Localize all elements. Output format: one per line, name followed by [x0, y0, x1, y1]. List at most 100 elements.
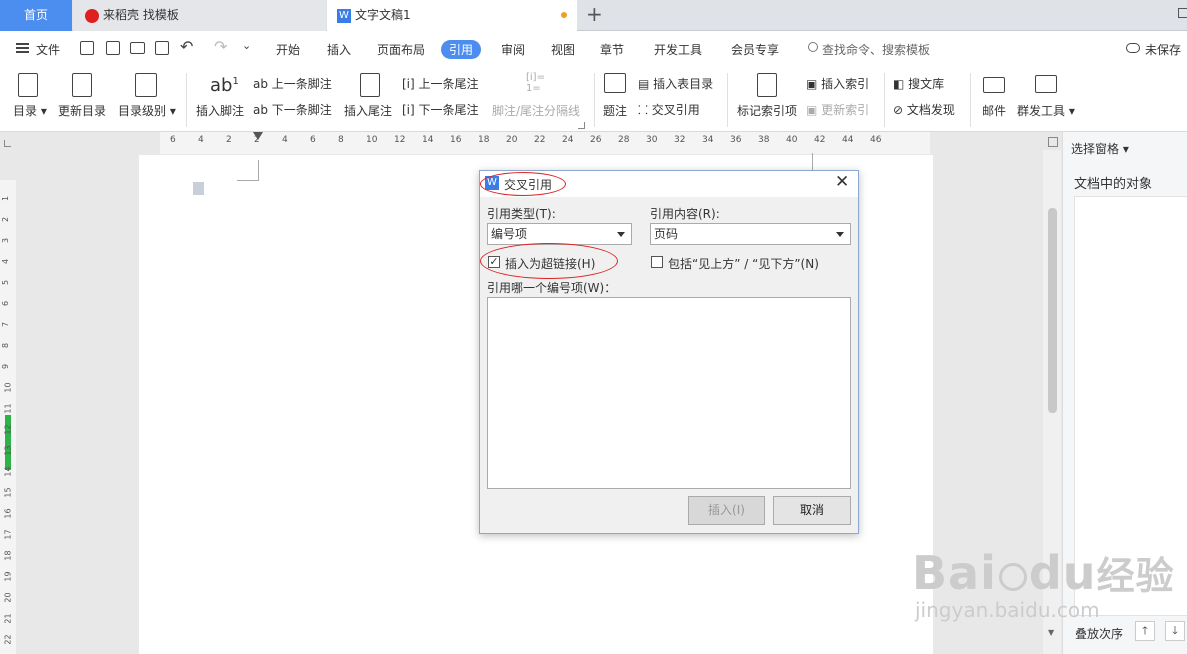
ruler-current-line-icon [5, 415, 11, 470]
page-down-icon[interactable]: ▼ [1048, 628, 1054, 637]
caption-button[interactable]: 题注 [603, 102, 627, 119]
close-icon[interactable]: ✕ [835, 172, 849, 192]
scrollbar-top-button[interactable] [1048, 137, 1058, 147]
compass-icon: ⊘ [893, 103, 907, 117]
menu-home[interactable]: 开始 [276, 41, 300, 58]
ruler-tick-label: 10 [3, 382, 13, 393]
ruler-tick-label: 36 [730, 135, 742, 145]
mark-index-button[interactable]: 标记索引项 [737, 102, 797, 119]
move-down-button[interactable]: 🡓 [1165, 621, 1185, 641]
which-item-listbox[interactable] [487, 297, 851, 489]
update-toc-button[interactable]: 更新目录 [58, 102, 106, 119]
indent-marker-icon[interactable] [253, 132, 263, 154]
mark-index-icon [757, 73, 777, 97]
above-below-label[interactable]: 包括“见上方” / “见下方”(N) [668, 255, 819, 272]
menu-hamburger-icon[interactable] [16, 43, 29, 53]
next-footnote-button[interactable]: ab 下一条脚注 [253, 101, 332, 118]
toc-button[interactable]: 目录 ▾ [13, 102, 47, 119]
divider [186, 73, 187, 127]
menu-developer[interactable]: 开发工具 [654, 41, 702, 58]
scrollbar-thumb[interactable] [1048, 208, 1057, 413]
mass-mail-icon [1035, 75, 1057, 93]
divider [594, 73, 595, 127]
toc-level-icon [135, 73, 157, 97]
window-restore-icon[interactable] [1178, 8, 1187, 18]
dialog-launcher-icon[interactable] [578, 122, 585, 129]
ruler-tick-label: 14 [422, 135, 434, 145]
ribbon-toolbar: 目录 ▾ 更新目录 目录级别 ▾ ab1 插入脚注 ab 上一条脚注 ab 下一… [0, 67, 1187, 132]
next-endnote-button[interactable]: [i] 下一条尾注 [402, 101, 479, 118]
save-icon[interactable] [80, 41, 94, 55]
annotation-ellipse [480, 243, 618, 279]
footnote-separator-button[interactable]: 脚注/尾注分隔线 [492, 102, 580, 119]
menu-review[interactable]: 审阅 [501, 41, 525, 58]
mass-mail-button[interactable]: 群发工具 ▾ [1017, 102, 1075, 119]
above-below-checkbox[interactable] [651, 256, 663, 268]
print-preview-icon[interactable] [155, 41, 169, 55]
paragraph-options-icon[interactable] [193, 182, 204, 195]
move-up-button[interactable]: 🡑 [1135, 621, 1155, 641]
search-library-button[interactable]: ◧ 搜文库 [893, 75, 944, 92]
ruler-tick-label: 3 [1, 237, 11, 244]
customize-dropdown-icon[interactable]: ⌄ [242, 39, 251, 52]
ruler-tick-label: 18 [3, 550, 13, 561]
menu-insert[interactable]: 插入 [327, 41, 351, 58]
update-index-button[interactable]: ▣ 更新索引 [806, 101, 869, 118]
divider [970, 73, 971, 127]
horizontal-ruler[interactable]: 6 4 2 2 4 6 8 10 12 14 16 18 20 22 24 26 28 30 32 34 36 38 40 4… [160, 132, 930, 154]
ref-content-select[interactable]: 页码 [650, 223, 851, 245]
cross-reference-icon: ⸬ [638, 103, 652, 117]
ruler-tick-label: 22 [534, 135, 546, 145]
dialog-titlebar[interactable]: W 交叉引用 ✕ [480, 171, 858, 197]
insert-figure-toc-button[interactable]: ▤ 插入表目录 [638, 75, 713, 92]
ruler-tick-label: 18 [478, 135, 490, 145]
new-tab-button[interactable]: + [586, 2, 603, 26]
menu-view[interactable]: 视图 [551, 41, 575, 58]
menu-section[interactable]: 章节 [600, 41, 624, 58]
ruler-tick-label: 12 [3, 424, 13, 435]
ruler-tick-label: 13 [3, 445, 13, 456]
print-icon[interactable] [130, 42, 145, 54]
insert-button[interactable]: 插入(I) [688, 496, 765, 525]
ruler-tick-label: 21 [3, 613, 13, 624]
menu-references[interactable]: 引用 [441, 40, 482, 59]
which-item-label: 引用哪一个编号项(W)： [487, 281, 617, 295]
insert-footnote-button[interactable]: 插入脚注 [196, 102, 244, 119]
toc-level-button[interactable]: 目录级别 ▾ [118, 102, 176, 119]
vertical-ruler[interactable]: 1 2 3 4 5 6 7 8 9 10 11 12 13 14 15 16 17 18 19 20 21 22 [0, 180, 16, 654]
search-command-input[interactable]: 查找命令、搜索模板 [822, 41, 930, 58]
tab-daoke[interactable]: 来稻壳 找模板 [73, 0, 326, 31]
ruler-tick-label: 2 [1, 216, 11, 223]
mail-button[interactable]: 邮件 [982, 102, 1006, 119]
insert-index-button[interactable]: ▣ 插入索引 [806, 75, 869, 92]
unsaved-status[interactable]: 未保存 [1145, 41, 1181, 58]
doc-discover-button[interactable]: ⊘ 文档发现 [893, 101, 955, 118]
menu-page-layout[interactable]: 页面布局 [377, 41, 425, 58]
tab-home[interactable]: 首页 [0, 0, 72, 31]
menu-member[interactable]: 会员专享 [731, 41, 779, 58]
selection-pane-title[interactable]: 选择窗格 ▾ [1071, 140, 1129, 157]
figure-toc-icon: ▤ [638, 77, 654, 91]
ruler-tick-label: 4 [1, 258, 11, 265]
prev-endnote-button[interactable]: [i] 上一条尾注 [402, 75, 479, 92]
tab-document[interactable]: W 文字文稿1 [327, 0, 577, 31]
ruler-tick-label: 11 [3, 403, 13, 414]
export-pdf-icon[interactable] [106, 41, 120, 55]
ruler-tick-label: 14 [3, 466, 13, 477]
cancel-button[interactable]: 取消 [773, 496, 851, 525]
chevron-down-icon [617, 232, 625, 237]
ref-type-select[interactable]: 编号项 [487, 223, 632, 245]
insert-endnote-button[interactable]: 插入尾注 [344, 102, 392, 119]
ruler-tick-label: 2 [226, 135, 232, 145]
menu-file[interactable]: 文件 [36, 41, 60, 58]
ruler-tick-label: 20 [506, 135, 518, 145]
ruler-tick-label: 40 [786, 135, 798, 145]
daoke-icon [85, 8, 99, 23]
mail-icon [983, 77, 1005, 93]
ruler-tick-label: 15 [3, 487, 13, 498]
undo-icon[interactable]: ↶ [180, 37, 193, 56]
ruler-tick-label: 32 [674, 135, 686, 145]
redo-icon[interactable]: ↷ [214, 37, 227, 56]
prev-footnote-button[interactable]: ab 上一条脚注 [253, 75, 332, 92]
cross-reference-button[interactable]: ⸬ 交叉引用 [638, 101, 700, 118]
